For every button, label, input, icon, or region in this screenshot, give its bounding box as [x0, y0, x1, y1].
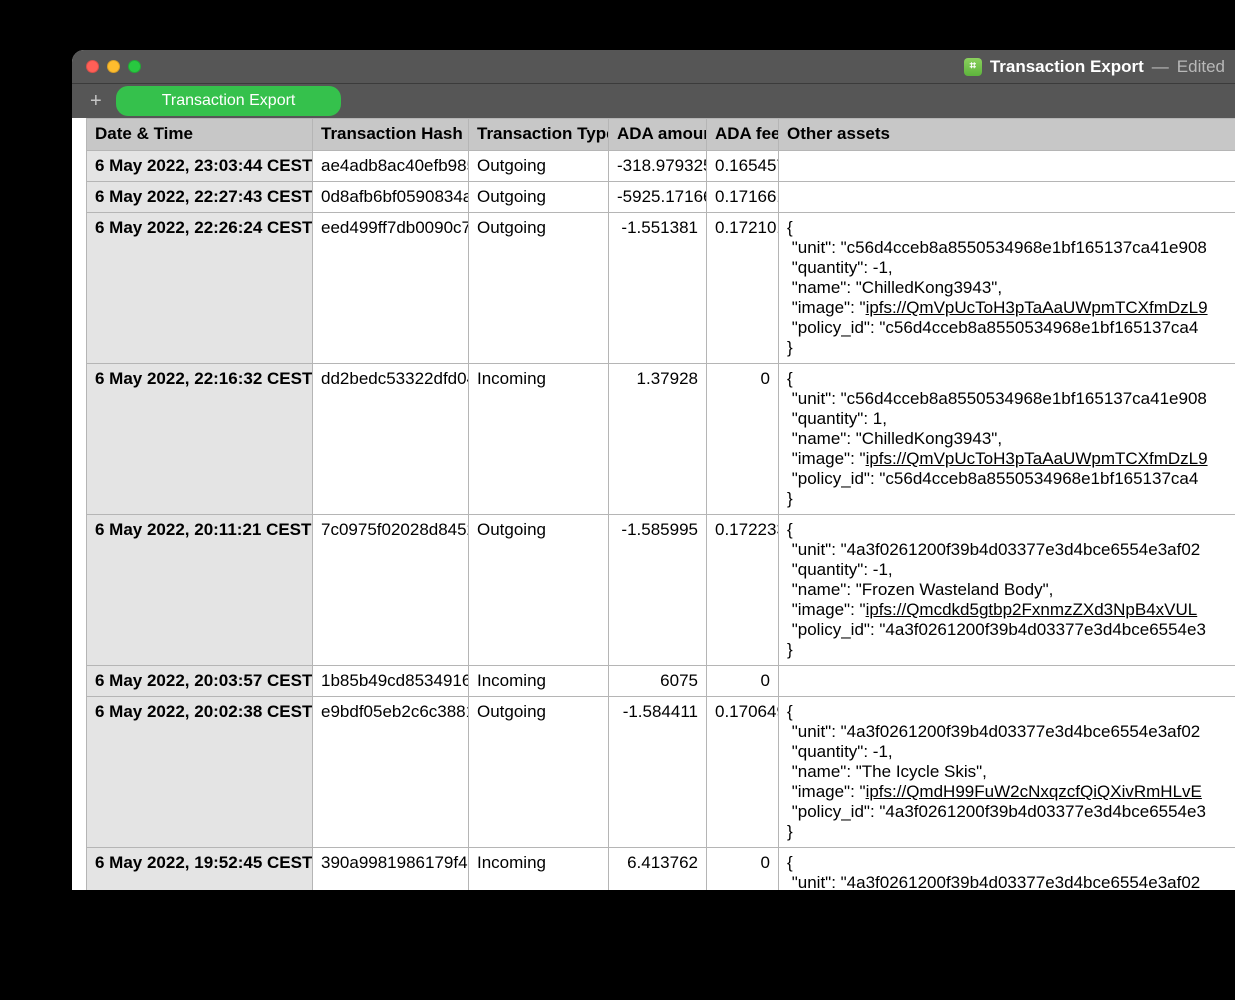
- col-fees[interactable]: ADA fees: [707, 119, 779, 151]
- cell-other-assets[interactable]: { "unit": "c56d4cceb8a8550534968e1bf1651…: [779, 364, 1235, 515]
- ipfs-link[interactable]: ipfs://QmdH99FuW2cNxqzcfQiQXivRmHLvE: [866, 782, 1202, 801]
- cell-date[interactable]: 6 May 2022, 22:27:43 CEST: [87, 182, 313, 213]
- cell-date[interactable]: 6 May 2022, 19:52:45 CEST: [87, 848, 313, 891]
- cell-type[interactable]: Outgoing: [469, 151, 609, 182]
- cell-amount[interactable]: 1.37928: [609, 364, 707, 515]
- col-hash[interactable]: Transaction Hash: [313, 119, 469, 151]
- col-date[interactable]: Date & Time: [87, 119, 313, 151]
- cell-hash[interactable]: 1b85b49cd8534916b: [313, 666, 469, 697]
- cell-fees[interactable]: 0.171661: [707, 182, 779, 213]
- cell-type[interactable]: Outgoing: [469, 213, 609, 364]
- window-title-group: ⌗ Transaction Export — Edited: [964, 57, 1225, 77]
- ipfs-link[interactable]: ipfs://QmVpUcToH3pTaAaUWpmTCXfmDzL9: [866, 449, 1208, 468]
- table-row[interactable]: 6 May 2022, 20:11:21 CEST7c0975f02028d84…: [87, 515, 1235, 666]
- cell-hash[interactable]: ae4adb8ac40efb9858: [313, 151, 469, 182]
- table-row[interactable]: 6 May 2022, 20:02:38 CESTe9bdf05eb2c6c38…: [87, 697, 1235, 848]
- cell-date[interactable]: 6 May 2022, 22:16:32 CEST: [87, 364, 313, 515]
- cell-amount[interactable]: -5925.171661: [609, 182, 707, 213]
- cell-other-assets[interactable]: { "unit": "c56d4cceb8a8550534968e1bf1651…: [779, 213, 1235, 364]
- ipfs-link[interactable]: ipfs://QmVpUcToH3pTaAaUWpmTCXfmDzL9: [866, 298, 1208, 317]
- col-type[interactable]: Transaction Type: [469, 119, 609, 151]
- cell-fees[interactable]: 0.172101: [707, 213, 779, 364]
- cell-fees[interactable]: 0: [707, 848, 779, 891]
- cell-other-assets[interactable]: [779, 666, 1235, 697]
- spreadsheet[interactable]: Date & Time Transaction Hash Transaction…: [86, 118, 1235, 890]
- cell-hash[interactable]: dd2bedc53322dfd049: [313, 364, 469, 515]
- cell-amount[interactable]: -1.584411: [609, 697, 707, 848]
- cell-type[interactable]: Incoming: [469, 364, 609, 515]
- cell-type[interactable]: Incoming: [469, 666, 609, 697]
- zoom-icon[interactable]: [128, 60, 141, 73]
- cell-fees[interactable]: 0: [707, 666, 779, 697]
- cell-amount[interactable]: -1.585995: [609, 515, 707, 666]
- cell-type[interactable]: Outgoing: [469, 182, 609, 213]
- cell-amount[interactable]: -1.551381: [609, 213, 707, 364]
- cell-other-assets[interactable]: { "unit": "4a3f0261200f39b4d03377e3d4bce…: [779, 697, 1235, 848]
- cell-amount[interactable]: 6075: [609, 666, 707, 697]
- add-sheet-button[interactable]: +: [90, 91, 102, 111]
- table-row[interactable]: 6 May 2022, 19:52:45 CEST390a9981986179f…: [87, 848, 1235, 891]
- cell-hash[interactable]: 7c0975f02028d8452c: [313, 515, 469, 666]
- cell-hash[interactable]: e9bdf05eb2c6c38814: [313, 697, 469, 848]
- cell-type[interactable]: Outgoing: [469, 697, 609, 848]
- cell-date[interactable]: 6 May 2022, 20:02:38 CEST: [87, 697, 313, 848]
- close-icon[interactable]: [86, 60, 99, 73]
- cell-other-assets[interactable]: [779, 151, 1235, 182]
- table-row[interactable]: 6 May 2022, 22:26:24 CESTeed499ff7db0090…: [87, 213, 1235, 364]
- cell-type[interactable]: Outgoing: [469, 515, 609, 666]
- window-status: Edited: [1177, 57, 1225, 77]
- cell-amount[interactable]: 6.413762: [609, 848, 707, 891]
- table-row[interactable]: 6 May 2022, 22:27:43 CEST0d8afb6bf059083…: [87, 182, 1235, 213]
- transactions-table[interactable]: Date & Time Transaction Hash Transaction…: [86, 118, 1235, 890]
- sheet-tab-transaction-export[interactable]: Transaction Export: [116, 86, 342, 116]
- cell-fees[interactable]: 0.172233: [707, 515, 779, 666]
- cell-date[interactable]: 6 May 2022, 23:03:44 CEST: [87, 151, 313, 182]
- cell-date[interactable]: 6 May 2022, 22:26:24 CEST: [87, 213, 313, 364]
- document-icon: ⌗: [964, 58, 982, 76]
- window-title: Transaction Export: [990, 57, 1144, 77]
- titlebar: ⌗ Transaction Export — Edited: [72, 50, 1235, 84]
- table-row[interactable]: 6 May 2022, 20:03:57 CEST1b85b49cd853491…: [87, 666, 1235, 697]
- table-row[interactable]: 6 May 2022, 22:16:32 CESTdd2bedc53322dfd…: [87, 364, 1235, 515]
- cell-date[interactable]: 6 May 2022, 20:03:57 CEST: [87, 666, 313, 697]
- cell-hash[interactable]: 390a9981986179f425: [313, 848, 469, 891]
- tab-bar: + Transaction Export: [72, 84, 1235, 118]
- cell-type[interactable]: Incoming: [469, 848, 609, 891]
- table-header-row: Date & Time Transaction Hash Transaction…: [87, 119, 1235, 151]
- ipfs-link[interactable]: ipfs://Qmcdkd5gtbp2FxnmzZXd3NpB4xVUL: [866, 600, 1198, 619]
- col-amount[interactable]: ADA amount: [609, 119, 707, 151]
- window-controls: [72, 60, 141, 73]
- cell-other-assets[interactable]: { "unit": "4a3f0261200f39b4d03377e3d4bce…: [779, 515, 1235, 666]
- cell-hash[interactable]: eed499ff7db0090c71: [313, 213, 469, 364]
- col-assets[interactable]: Other assets: [779, 119, 1235, 151]
- cell-fees[interactable]: 0.165457: [707, 151, 779, 182]
- cell-amount[interactable]: -318.979325: [609, 151, 707, 182]
- cell-fees[interactable]: 0.170649: [707, 697, 779, 848]
- app-window: ⌗ Transaction Export — Edited + Transact…: [72, 50, 1235, 890]
- cell-hash[interactable]: 0d8afb6bf0590834ac: [313, 182, 469, 213]
- cell-fees[interactable]: 0: [707, 364, 779, 515]
- window-sep: —: [1152, 57, 1169, 77]
- cell-other-assets[interactable]: { "unit": "4a3f0261200f39b4d03377e3d4bce…: [779, 848, 1235, 891]
- table-row[interactable]: 6 May 2022, 23:03:44 CESTae4adb8ac40efb9…: [87, 151, 1235, 182]
- cell-date[interactable]: 6 May 2022, 20:11:21 CEST: [87, 515, 313, 666]
- cell-other-assets[interactable]: [779, 182, 1235, 213]
- minimize-icon[interactable]: [107, 60, 120, 73]
